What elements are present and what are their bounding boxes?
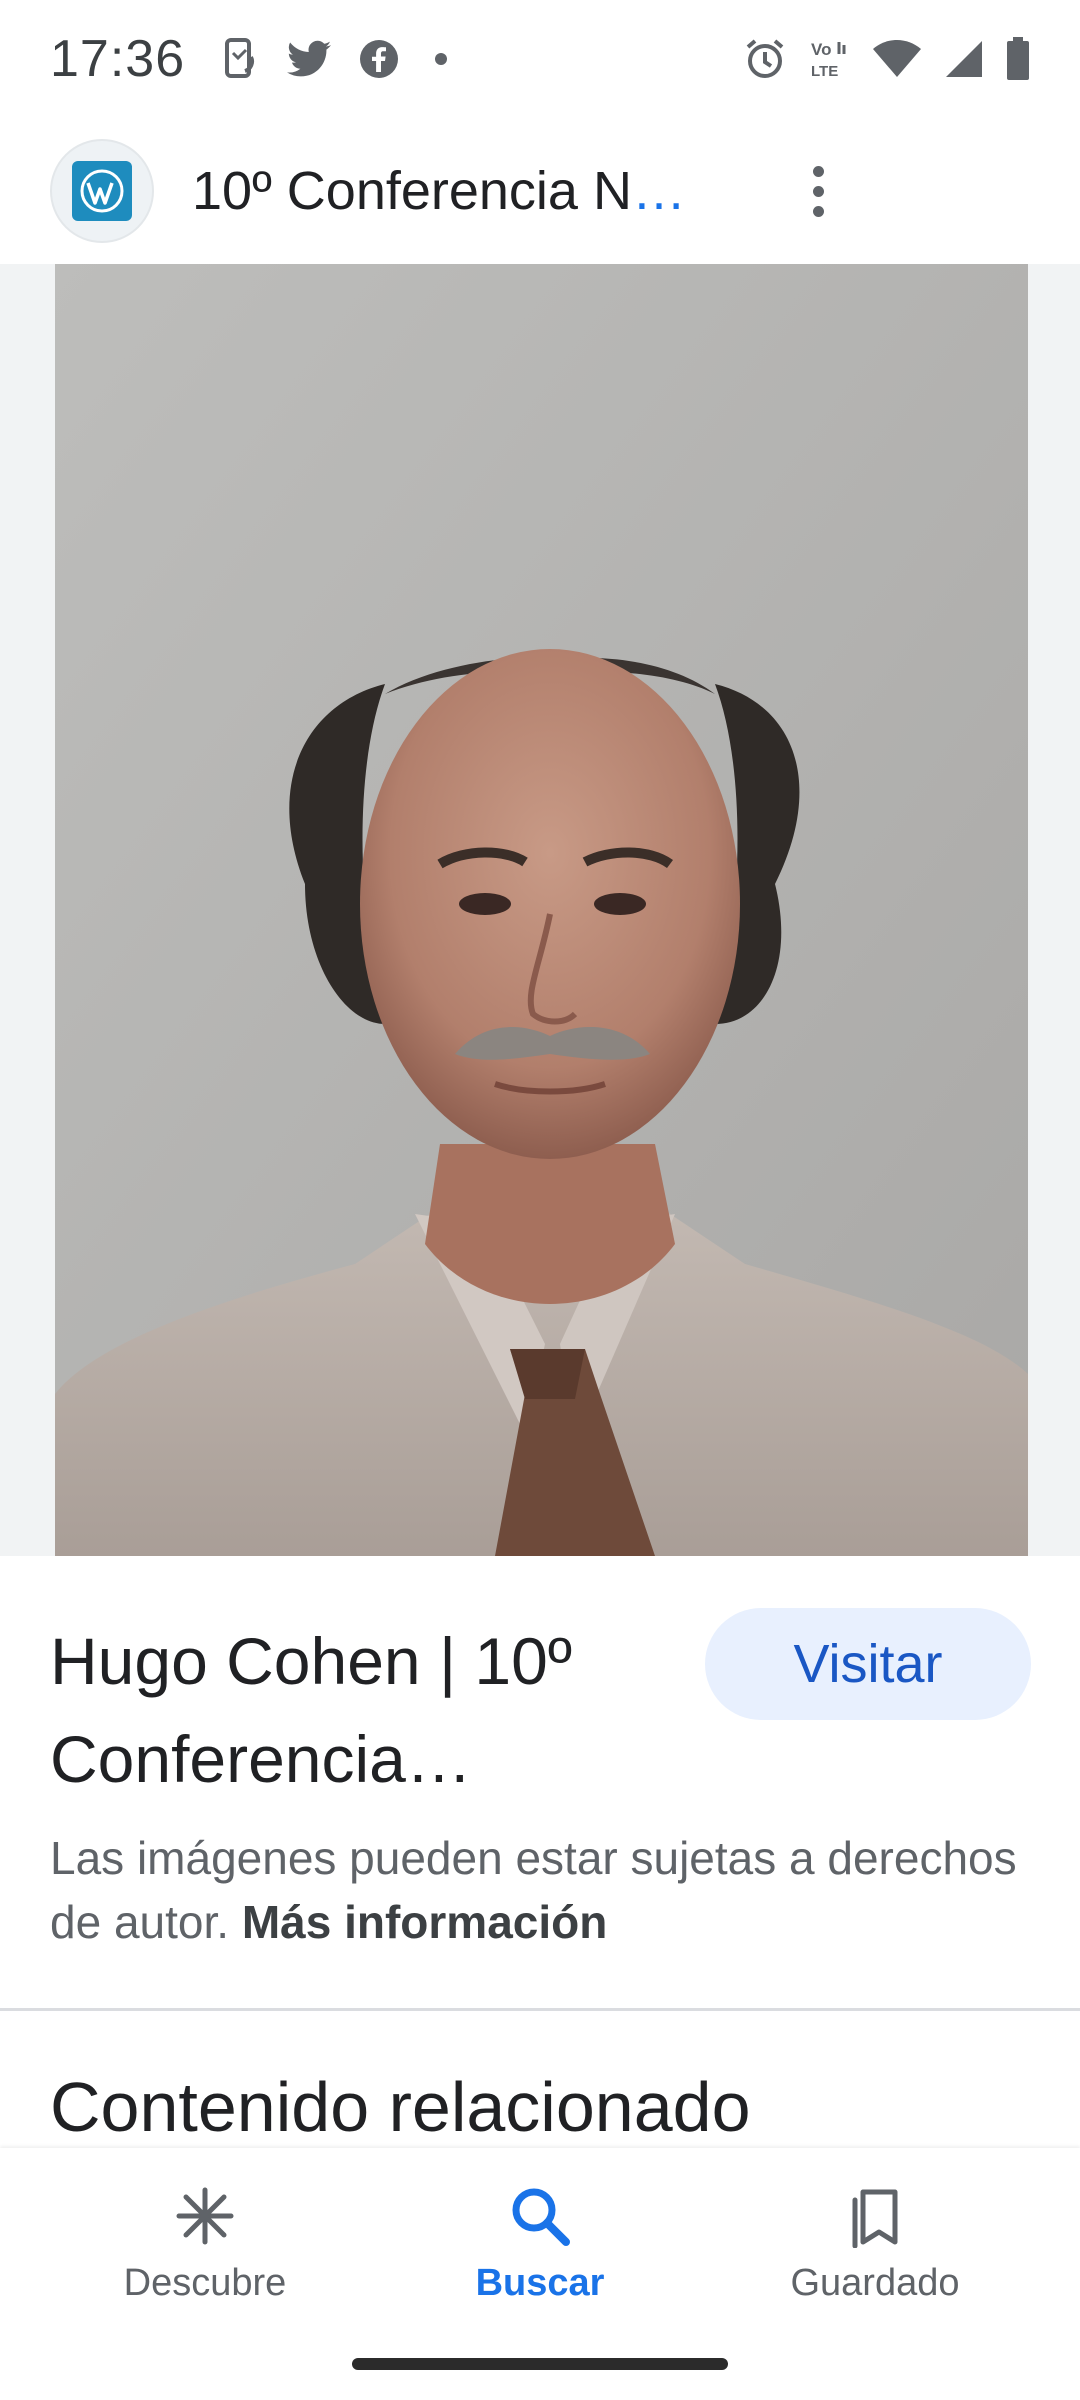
- bookmarks-icon: [843, 2176, 907, 2256]
- nav-item-guardado[interactable]: Guardado: [735, 2176, 1015, 2305]
- wordpress-icon: [72, 161, 132, 221]
- page-title-text: 10º Conferencia N: [192, 161, 632, 221]
- divider: [0, 2008, 1080, 2011]
- gesture-bar[interactable]: [352, 2358, 728, 2370]
- related-content-heading: Contenido relacionado: [50, 2068, 751, 2146]
- portrait-photo[interactable]: [55, 264, 1028, 1556]
- svg-text:Vo: Vo: [811, 40, 831, 59]
- battery-icon: [1006, 37, 1030, 81]
- more-info-link[interactable]: Más información: [242, 1896, 608, 1948]
- alarm-icon: [744, 38, 786, 80]
- site-favicon[interactable]: [50, 139, 154, 243]
- nav-label-guardado: Guardado: [790, 2262, 960, 2304]
- copyright-note: Las imágenes pueden estar sujetas a dere…: [50, 1826, 1030, 1954]
- more-options-icon[interactable]: [800, 154, 836, 228]
- page-title[interactable]: 10º Conferencia N…: [192, 160, 686, 222]
- title-ellipsis: …: [631, 161, 686, 221]
- svg-text:LTE: LTE: [811, 63, 838, 80]
- wifi-icon: [872, 39, 922, 79]
- status-time: 17:36: [50, 30, 186, 88]
- asterisk-icon: [173, 2176, 237, 2256]
- image-viewer-header: 10º Conferencia N…: [0, 118, 1080, 264]
- status-bar: 17:36 Vo LTE: [0, 0, 1080, 118]
- nav-label-descubre: Descubre: [123, 2262, 287, 2304]
- result-title[interactable]: Hugo Cohen | 10º Conferencia…: [50, 1612, 670, 1808]
- volte-icon: Vo LTE: [808, 38, 850, 80]
- signal-icon: [944, 39, 984, 79]
- image-preview-area: [0, 264, 1080, 1556]
- visit-button[interactable]: Visitar: [705, 1608, 1031, 1720]
- facebook-icon: [359, 39, 399, 79]
- twitter-icon: [287, 40, 332, 78]
- nav-item-buscar[interactable]: Buscar: [400, 2176, 680, 2305]
- screen-rotate-icon: [221, 37, 259, 81]
- nav-label-buscar: Buscar: [475, 2262, 605, 2304]
- search-icon: [508, 2176, 572, 2256]
- notification-dot: [435, 53, 448, 65]
- nav-item-descubre[interactable]: Descubre: [65, 2176, 345, 2305]
- status-right-icons: Vo LTE: [744, 37, 1030, 81]
- status-left-icons: [221, 37, 448, 81]
